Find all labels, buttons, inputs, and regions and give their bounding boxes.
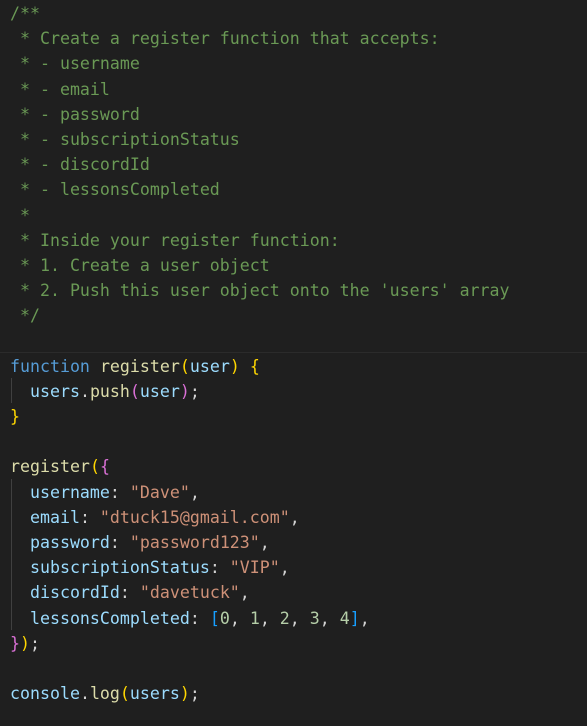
indent-guide [11, 479, 12, 630]
console-log-line: console.log(users); [10, 684, 200, 704]
lessons-key: lessonsCompleted [29, 608, 190, 628]
comment-open: /** [10, 4, 40, 23]
function-declaration-line: function register(user) { [10, 356, 260, 376]
log-arg: users [129, 684, 180, 704]
object-field-line: password: "password123", [29, 532, 270, 552]
comment-line: * Inside your register function: [10, 230, 340, 250]
code-editor[interactable]: /** * Create a register function that ac… [0, 0, 587, 726]
comment-line: * - lessonsCompleted [10, 180, 220, 200]
register-call-line: register({ [10, 457, 110, 477]
lesson-number: 3 [309, 608, 320, 628]
users-variable: users [29, 381, 80, 401]
lesson-number: 0 [219, 608, 230, 628]
comment-line: * 2. Push this user object onto the 'use… [10, 281, 510, 301]
comment-line: * - password [10, 104, 140, 124]
field-value: "dtuck15@gmail.com" [99, 507, 290, 527]
object-field-line: username: "Dave", [29, 482, 200, 502]
field-value: "VIP" [229, 558, 280, 578]
function-param: user [189, 356, 230, 376]
field-key: subscriptionStatus [29, 558, 210, 578]
field-value: "davetuck" [139, 583, 240, 603]
object-field-line: subscriptionStatus: "VIP", [29, 558, 290, 578]
push-arg: user [139, 381, 180, 401]
console-object: console [10, 684, 80, 704]
lesson-number: 2 [279, 608, 290, 628]
lessons-field-line: lessonsCompleted: [0, 1, 2, 3, 4], [29, 608, 370, 628]
comment-line: * [10, 205, 30, 225]
field-value: "Dave" [129, 482, 190, 502]
field-key: username [29, 482, 110, 502]
object-field-line: email: "dtuck15@gmail.com", [29, 507, 300, 527]
register-call-close-line: }); [10, 633, 40, 653]
comment-line: * - username [10, 54, 140, 74]
function-keyword: function [10, 356, 90, 376]
lesson-number: 4 [339, 608, 350, 628]
function-body-line: users.push(user); [29, 381, 200, 401]
comment-line: * 1. Create a user object [10, 255, 270, 275]
field-value: "password123" [129, 532, 260, 552]
field-key: discordId [29, 583, 120, 603]
function-close-line: } [10, 407, 20, 426]
field-key: email [29, 507, 80, 527]
push-method: push [89, 381, 130, 401]
comment-line: * - email [10, 79, 110, 99]
field-key: password [29, 532, 110, 552]
lesson-number: 1 [249, 608, 260, 628]
indent-guide [11, 378, 12, 403]
call-function-name: register [10, 457, 90, 477]
function-name: register [99, 356, 180, 376]
line-separator [0, 352, 587, 353]
log-method: log [89, 684, 120, 704]
comment-line: * - discordId [10, 155, 150, 175]
object-field-line: discordId: "davetuck", [29, 583, 250, 603]
comment-line: * Create a register function that accept… [10, 29, 440, 49]
comment-line: * - subscriptionStatus [10, 129, 240, 149]
comment-close: */ [10, 306, 40, 326]
